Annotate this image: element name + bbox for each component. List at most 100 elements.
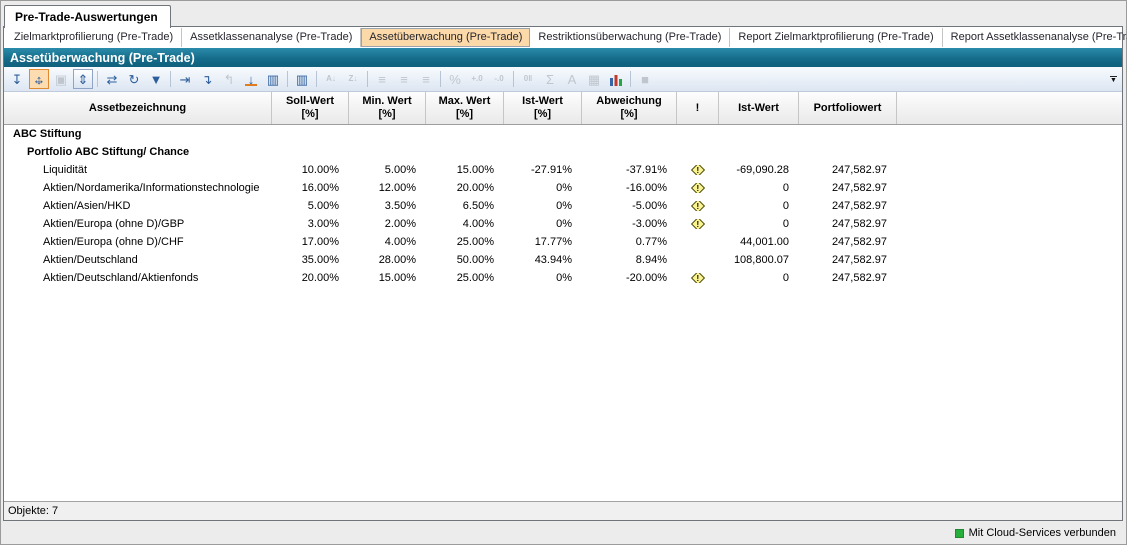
column-header-soll[interactable]: Soll-Wert[%] <box>272 92 349 124</box>
tab-pre-trade-auswertungen[interactable]: Pre-Trade-Auswertungen <box>4 5 171 28</box>
cell-soll: 20.00% <box>272 272 349 284</box>
cell-soll: 16.00% <box>272 182 349 194</box>
subtab-report-zielmarktprofilierung[interactable]: Report Zielmarktprofilierung (Pre-Trade) <box>730 28 942 47</box>
add-decimal-icon: +.0 <box>467 69 487 89</box>
table-row[interactable]: Aktien/Deutschland35.00%28.00%50.00%43.9… <box>4 251 1122 269</box>
status-bar: Mit Cloud-Services verbunden <box>1 522 1126 544</box>
toolbar-separator <box>367 71 368 87</box>
cell-min: 3.50% <box>349 200 426 212</box>
toolbar-separator <box>287 71 288 87</box>
freeze-columns-icon[interactable]: ▥ <box>292 69 312 89</box>
object-count-bar: Objekte: 7 <box>4 501 1122 520</box>
column-header-unit: [%] <box>456 108 473 121</box>
cell-max: 50.00% <box>426 254 504 266</box>
cell-ist: 0 <box>719 182 799 194</box>
cell-pf: 247,582.97 <box>799 254 897 266</box>
cell-abw: -3.00% <box>582 218 677 230</box>
table-row[interactable]: Aktien/Deutschland/Aktienfonds20.00%15.0… <box>4 269 1122 287</box>
column-header-name[interactable]: Assetbezeichnung <box>4 92 272 124</box>
cell-ist_pct: 0% <box>504 200 582 212</box>
step-into-icon[interactable]: ⇥ <box>175 69 195 89</box>
table-row[interactable]: Aktien/Nordamerika/Informationstechnolog… <box>4 179 1122 197</box>
column-header-min[interactable]: Min. Wert[%] <box>349 92 426 124</box>
table-row[interactable]: Aktien/Europa (ohne D)/GBP3.00%2.00%4.00… <box>4 215 1122 233</box>
table-row[interactable]: ABC Stiftung <box>4 125 1122 143</box>
cell-assetbezeichnung: Liquidität <box>4 164 272 176</box>
import-rows-icon[interactable]: ↧ <box>7 69 27 89</box>
subtab-assetklassenanalyse[interactable]: Assetklassenanalyse (Pre-Trade) <box>182 28 361 47</box>
table-row[interactable]: Portfolio ABC Stiftung/ Chance <box>4 143 1122 161</box>
table-row[interactable]: Aktien/Europa (ohne D)/CHF17.00%4.00%25.… <box>4 233 1122 251</box>
cell-warning: ! <box>677 219 719 229</box>
cell-ist: 44,001.00 <box>719 236 799 248</box>
chart-colored-icon[interactable] <box>606 69 626 89</box>
fit-height-icon[interactable]: ⇕ <box>73 69 93 89</box>
subtab-restriktionsueberwachung[interactable]: Restriktionsüberwachung (Pre-Trade) <box>530 28 730 47</box>
column-header-label: ! <box>696 102 700 115</box>
subtab-assetueberwachung[interactable]: Assetüberwachung (Pre-Trade) <box>361 28 530 47</box>
cell-warning: ! <box>677 273 719 283</box>
warning-icon: ! <box>691 183 705 193</box>
cell-assetbezeichnung: Aktien/Europa (ohne D)/GBP <box>4 218 272 230</box>
column-header-pf[interactable]: Portfoliowert <box>799 92 897 124</box>
subtab-zielmarktprofilierung[interactable]: Zielmarktprofilierung (Pre-Trade) <box>6 28 182 47</box>
histogram-arrow-icon[interactable]: ▥ <box>263 69 283 89</box>
sort-desc-icon: Z↓ <box>343 69 363 89</box>
align-left-icon: ≡ <box>372 69 392 89</box>
warning-icon: ! <box>691 165 705 175</box>
toolbar-overflow-button[interactable]: ▼ <box>1107 71 1120 88</box>
toolbar-separator <box>630 71 631 87</box>
toolbar-separator <box>170 71 171 87</box>
cell-pf: 247,582.97 <box>799 236 897 248</box>
cell-min: 12.00% <box>349 182 426 194</box>
cell-pf: 247,582.97 <box>799 182 897 194</box>
font-icon: A <box>562 69 582 89</box>
cell-max: 15.00% <box>426 164 504 176</box>
column-header-max[interactable]: Max. Wert[%] <box>426 92 504 124</box>
column-header-label: Ist-Wert <box>522 95 563 108</box>
column-header-unit: [%] <box>301 108 318 121</box>
column-header-label: Portfoliowert <box>814 102 882 115</box>
application-window: { "tabs": { "main": "Pre-Trade-Auswertun… <box>0 0 1127 545</box>
cell-max: 6.50% <box>426 200 504 212</box>
cell-soll: 35.00% <box>272 254 349 266</box>
cell-min: 15.00% <box>349 272 426 284</box>
stop-icon: ■ <box>635 69 655 89</box>
cell-abw: -5.00% <box>582 200 677 212</box>
cell-assetbezeichnung: Aktien/Deutschland/Aktienfonds <box>4 272 272 284</box>
remove-decimal-icon: -.0 <box>489 69 509 89</box>
cell-ist_pct: 0% <box>504 182 582 194</box>
cell-assetbezeichnung: Aktien/Europa (ohne D)/CHF <box>4 236 272 248</box>
cell-pf: 247,582.97 <box>799 200 897 212</box>
column-header-ist[interactable]: Ist-Wert <box>719 92 799 124</box>
jump-down-icon[interactable]: ↓ <box>241 69 261 89</box>
cell-soll: 10.00% <box>272 164 349 176</box>
refresh-icon[interactable]: ↻ <box>124 69 144 89</box>
cell-min: 28.00% <box>349 254 426 266</box>
cell-abw: -37.91% <box>582 164 677 176</box>
column-header-abw[interactable]: Abweichung[%] <box>582 92 677 124</box>
content-panel: Zielmarktprofilierung (Pre-Trade)Assetkl… <box>3 26 1123 521</box>
subtab-bar: Zielmarktprofilierung (Pre-Trade)Assetkl… <box>4 27 1122 48</box>
filter-icon[interactable]: ▼ <box>146 69 166 89</box>
cell-pf: 247,582.97 <box>799 218 897 230</box>
toolbar-separator <box>316 71 317 87</box>
column-header-ist_pct[interactable]: Ist-Wert[%] <box>504 92 582 124</box>
cell-assetbezeichnung: Aktien/Nordamerika/Informationstechnolog… <box>4 182 272 194</box>
table-row[interactable]: Liquidität10.00%5.00%15.00%-27.91%-37.91… <box>4 161 1122 179</box>
cell-pf: 247,582.97 <box>799 272 897 284</box>
expand-all-icon[interactable]: ↔↕ <box>29 69 49 89</box>
step-down-icon[interactable]: ↴ <box>197 69 217 89</box>
subtab-report-assetklassenanalyse[interactable]: Report Assetklassenanalyse (Pre-Trade) <box>943 28 1127 47</box>
column-header-warn[interactable]: ! <box>677 92 719 124</box>
chevron-down-icon: ▼ <box>1110 78 1117 83</box>
column-width-icon[interactable]: ⇄ <box>102 69 122 89</box>
cloud-status-icon <box>955 529 964 538</box>
step-back-icon: ↰ <box>219 69 239 89</box>
table-row[interactable]: Aktien/Asien/HKD5.00%3.50%6.50%0%-5.00%!… <box>4 197 1122 215</box>
cell-abw: -16.00% <box>582 182 677 194</box>
column-header-label: Max. Wert <box>439 95 491 108</box>
toolbar-separator <box>513 71 514 87</box>
sort-asc-icon: A↓ <box>321 69 341 89</box>
main-tab-bar: Pre-Trade-Auswertungen <box>1 1 1126 27</box>
